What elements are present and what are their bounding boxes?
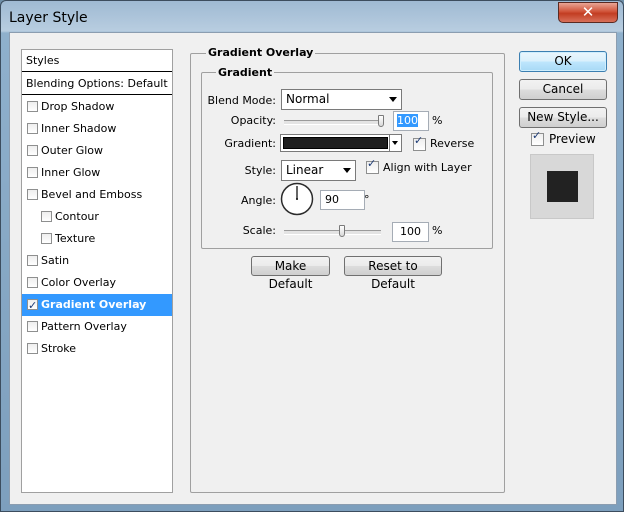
style-item-label: Texture: [55, 232, 96, 245]
close-button[interactable]: ✕: [558, 2, 618, 23]
style-item-label: Outer Glow: [41, 144, 104, 157]
blend-mode-value: Normal: [286, 92, 330, 106]
style-item-contour[interactable]: Contour: [22, 206, 172, 228]
gradient-subgroup-title: Gradient: [216, 66, 275, 79]
style-item-checkbox[interactable]: [27, 145, 38, 156]
opacity-input[interactable]: 100: [393, 111, 429, 131]
window-title: Layer Style: [9, 10, 88, 26]
gradient-swatch[interactable]: [283, 137, 388, 149]
style-item-color-overlay[interactable]: Color Overlay: [22, 272, 172, 294]
styles-list: Styles Blending Options: Default Drop Sh…: [21, 49, 173, 493]
blend-mode-select[interactable]: Normal: [281, 89, 402, 110]
style-item-label: Gradient Overlay: [41, 298, 147, 311]
style-item-label: Inner Glow: [41, 166, 101, 179]
style-item-label: Bevel and Emboss: [41, 188, 143, 201]
angle-input[interactable]: 90: [320, 190, 365, 210]
align-with-layer-checkbox[interactable]: [366, 157, 379, 174]
blend-mode-label: Blend Mode:: [207, 94, 277, 107]
style-item-checkbox[interactable]: [27, 255, 38, 266]
style-item-inner-glow[interactable]: Inner Glow: [22, 162, 172, 184]
style-item-label: Stroke: [41, 342, 77, 355]
style-item-checkbox[interactable]: [27, 189, 38, 200]
gradient-picker[interactable]: [280, 134, 402, 152]
style-item-satin[interactable]: Satin: [22, 250, 172, 272]
style-item-label: Satin: [41, 254, 70, 267]
style-item-checkbox[interactable]: [27, 343, 38, 354]
style-item-checkbox[interactable]: [41, 233, 52, 244]
style-item-label: Color Overlay: [41, 276, 116, 289]
angle-dial[interactable]: [280, 182, 314, 216]
chevron-down-icon: [389, 97, 397, 102]
opacity-label: Opacity:: [230, 114, 276, 127]
style-item-inner-shadow[interactable]: Inner Shadow: [22, 118, 172, 140]
style-item-outer-glow[interactable]: Outer Glow: [22, 140, 172, 162]
style-item-drop-shadow[interactable]: Drop Shadow: [22, 96, 172, 118]
style-item-checkbox[interactable]: [41, 211, 52, 222]
scale-label: Scale:: [242, 224, 276, 237]
angle-unit: °: [364, 193, 370, 206]
style-item-checkbox[interactable]: [27, 123, 38, 134]
ok-button[interactable]: OK: [519, 51, 607, 72]
angle-label: Angle:: [240, 194, 276, 207]
preview-swatch: [547, 171, 578, 202]
close-icon: ✕: [581, 3, 595, 21]
style-item-gradient-overlay[interactable]: Gradient Overlay: [22, 294, 172, 317]
style-item-label: Pattern Overlay: [41, 320, 127, 333]
scale-input[interactable]: 100: [392, 222, 429, 242]
style-item-checkbox[interactable]: [27, 277, 38, 288]
scale-slider-thumb[interactable]: [338, 225, 345, 237]
make-default-button[interactable]: Make Default: [251, 256, 330, 291]
chevron-down-icon: [343, 168, 351, 173]
style-item-label: Inner Shadow: [41, 122, 117, 135]
layer-style-dialog: Layer Style ✕ Styles Blending Options: D…: [0, 0, 624, 512]
reset-to-default-button[interactable]: Reset to Default: [344, 256, 442, 291]
scale-slider-track[interactable]: [284, 230, 381, 235]
reverse-label: Reverse: [430, 137, 475, 150]
chevron-down-icon: [392, 141, 398, 145]
gradient-overlay-title: Gradient Overlay: [206, 46, 316, 59]
gradient-label: Gradient:: [224, 137, 276, 150]
style-preview: [530, 154, 594, 219]
preview-label: Preview: [549, 132, 596, 146]
style-item-pattern-overlay[interactable]: Pattern Overlay: [22, 316, 172, 338]
style-item-bevel-and-emboss[interactable]: Bevel and Emboss: [22, 184, 172, 206]
cancel-button[interactable]: Cancel: [519, 79, 607, 100]
opacity-value: 100: [397, 114, 418, 127]
style-item-texture[interactable]: Texture: [22, 228, 172, 250]
style-item-checkbox[interactable]: [27, 295, 38, 317]
style-select[interactable]: Linear: [281, 160, 356, 181]
blending-options-item[interactable]: Blending Options: Default: [22, 73, 172, 95]
style-item-checkbox[interactable]: [27, 167, 38, 178]
reverse-checkbox[interactable]: [413, 134, 426, 151]
opacity-unit: %: [432, 114, 443, 127]
dialog-client-area: Styles Blending Options: Default Drop Sh…: [9, 32, 617, 505]
opacity-slider-track[interactable]: [284, 120, 384, 125]
opacity-slider-thumb[interactable]: [378, 115, 384, 127]
align-with-layer-label: Align with Layer: [383, 161, 472, 174]
gradient-dropdown[interactable]: [389, 135, 401, 151]
style-label: Style:: [244, 164, 276, 177]
style-item-stroke[interactable]: Stroke: [22, 338, 172, 360]
style-item-checkbox[interactable]: [27, 101, 38, 112]
style-item-label: Drop Shadow: [41, 100, 115, 113]
styles-header[interactable]: Styles: [22, 50, 172, 72]
preview-checkbox[interactable]: [531, 129, 544, 146]
style-item-checkbox[interactable]: [27, 321, 38, 332]
style-item-label: Contour: [55, 210, 99, 223]
scale-unit: %: [432, 224, 443, 237]
angle-dial-icon: [280, 182, 314, 216]
new-style-button[interactable]: New Style...: [519, 107, 607, 128]
style-value: Linear: [286, 163, 324, 177]
